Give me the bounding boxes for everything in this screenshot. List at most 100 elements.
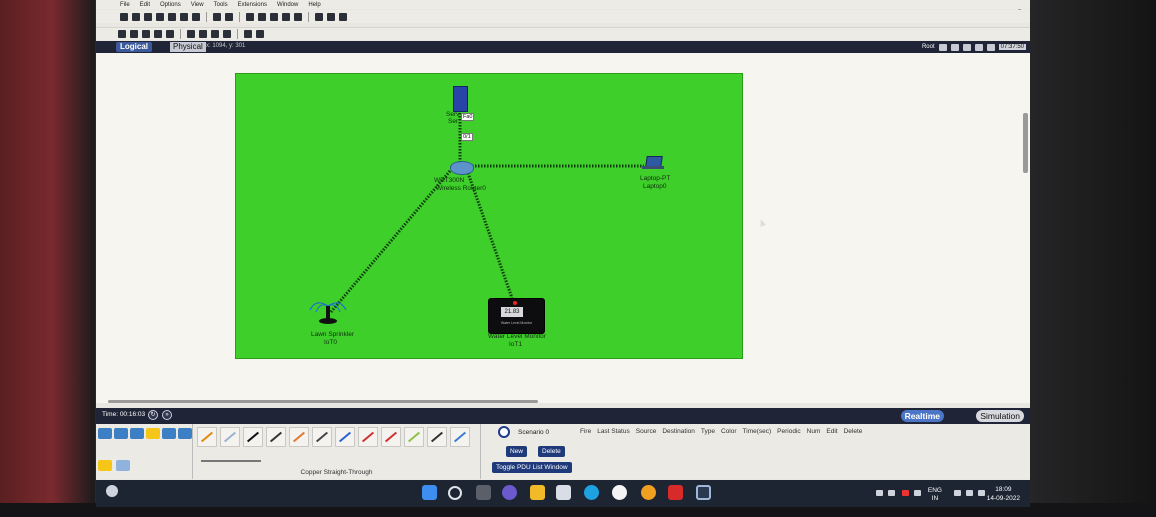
add-complex-pdu-icon[interactable] (256, 30, 264, 38)
activity-wizard-icon[interactable] (168, 12, 176, 21)
console-cable-icon[interactable] (220, 427, 240, 447)
draw-line-icon[interactable] (187, 30, 195, 38)
usb-cable-icon[interactable] (450, 427, 470, 447)
menu-tools[interactable]: Tools (214, 2, 228, 8)
draw-ellipse-icon[interactable] (211, 30, 219, 38)
menu-extensions[interactable]: Extensions (238, 2, 267, 8)
image-icon[interactable] (339, 12, 347, 21)
chrome-icon[interactable] (641, 485, 656, 500)
paste-icon[interactable] (192, 12, 200, 21)
copper-straight-through-icon[interactable] (243, 427, 263, 447)
drawing-palette-icon[interactable] (282, 12, 290, 21)
note-icon[interactable] (166, 30, 174, 38)
chat-icon[interactable] (502, 485, 517, 500)
connections-icon[interactable] (146, 428, 160, 439)
zoom-in-icon[interactable] (246, 12, 254, 21)
packet-tracer-taskbar-icon[interactable] (696, 485, 711, 500)
serial-dte-icon[interactable] (381, 427, 401, 447)
store-icon[interactable] (556, 485, 571, 500)
auto-connection-icon[interactable] (197, 427, 217, 447)
zoom-reset-icon[interactable] (258, 12, 266, 21)
edge-icon[interactable] (584, 485, 599, 500)
menu-help[interactable]: Help (308, 2, 320, 8)
new-cluster-icon[interactable] (950, 43, 959, 51)
components-icon[interactable] (130, 428, 144, 439)
simulation-mode-button[interactable]: Simulation (976, 410, 1024, 422)
resize-icon[interactable] (154, 30, 162, 38)
copper-cross-over-icon[interactable] (266, 427, 286, 447)
back-icon[interactable] (938, 43, 947, 51)
system-clock[interactable]: 18:09 14-09-2022 (987, 485, 1020, 503)
move-object-icon[interactable] (962, 43, 971, 51)
task-view-icon[interactable] (476, 485, 491, 500)
onedrive-icon[interactable] (888, 490, 895, 496)
coaxial-cable-icon[interactable] (335, 427, 355, 447)
water-level-monitor-device[interactable]: 21.83 Water Level Monitor (488, 298, 545, 334)
wifi-icon[interactable] (954, 490, 961, 496)
octal-cable-icon[interactable] (404, 427, 424, 447)
inspect-icon[interactable] (130, 30, 138, 38)
realtime-mode-button[interactable]: Realtime (900, 410, 944, 422)
end-devices-icon[interactable] (114, 428, 128, 439)
scenario-select[interactable]: Scenario 0 (518, 429, 549, 436)
mcafee-icon[interactable] (668, 485, 683, 500)
logical-workspace[interactable]: Serv Ser Fa0 0/1 WRT300N Wireless Router… (96, 53, 1030, 403)
menu-file[interactable]: File (120, 2, 130, 8)
app-icon[interactable] (612, 485, 627, 500)
copy-icon[interactable] (180, 12, 188, 21)
undo-icon[interactable] (213, 12, 221, 21)
cluster-icon[interactable] (315, 12, 323, 21)
zoom-out-icon[interactable] (270, 12, 278, 21)
open-icon[interactable] (132, 12, 140, 21)
fast-forward-icon[interactable]: » (162, 410, 172, 420)
language-indicator[interactable]: ENG IN (928, 487, 942, 503)
add-simple-pdu-icon[interactable] (244, 30, 252, 38)
widgets-icon[interactable] (106, 485, 118, 497)
delete-scenario-button[interactable]: Delete (538, 446, 565, 457)
new-icon[interactable] (120, 12, 128, 21)
show-hidden-icons-icon[interactable] (876, 490, 883, 496)
toggle-pdu-list-button[interactable]: Toggle PDU List Window (492, 462, 572, 473)
multiuser-icon[interactable] (178, 428, 192, 439)
battery-icon[interactable] (978, 490, 985, 496)
search-icon[interactable] (448, 486, 462, 500)
volume-icon[interactable] (966, 490, 973, 496)
freeform-icon[interactable] (223, 30, 231, 38)
security-icon[interactable] (902, 490, 909, 496)
set-background-icon[interactable] (974, 43, 983, 51)
start-icon[interactable] (422, 485, 437, 500)
file-explorer-icon[interactable] (530, 485, 545, 500)
viewport-icon[interactable] (986, 43, 995, 51)
menu-window[interactable]: Window (277, 2, 298, 8)
viewport-icon[interactable] (327, 12, 335, 21)
new-scenario-button[interactable]: New (506, 446, 528, 457)
power-cycle-icon[interactable]: ↻ (148, 410, 158, 420)
cable-scrollbar[interactable] (201, 460, 261, 462)
serial-dce-icon[interactable] (358, 427, 378, 447)
phone-cable-icon[interactable] (312, 427, 332, 447)
custom-device-icon[interactable] (294, 12, 302, 21)
menu-edit[interactable]: Edit (140, 2, 150, 8)
menu-options[interactable]: Options (160, 2, 181, 8)
select-icon[interactable] (118, 30, 126, 38)
redo-icon[interactable] (225, 12, 233, 21)
tab-physical[interactable]: Physical (170, 42, 206, 52)
misc-icon[interactable] (162, 428, 176, 439)
server-device[interactable] (453, 86, 468, 112)
lawn-sprinkler-device[interactable] (308, 296, 348, 326)
menu-view[interactable]: View (191, 2, 204, 8)
print-icon[interactable] (156, 12, 164, 21)
wireless-router-device[interactable] (450, 161, 474, 175)
save-icon[interactable] (144, 12, 152, 21)
horizontal-scrollbar[interactable] (108, 400, 538, 403)
vertical-scrollbar[interactable] (1023, 113, 1028, 173)
delete-icon[interactable] (142, 30, 150, 38)
network-devices-icon[interactable] (98, 428, 112, 439)
tray-app-icon[interactable] (914, 490, 921, 496)
tab-logical[interactable]: Logical (116, 42, 153, 52)
connections-subcategory-icon[interactable] (98, 460, 112, 471)
draw-rect-icon[interactable] (199, 30, 207, 38)
fiber-icon[interactable] (289, 427, 309, 447)
structured-cabling-icon[interactable] (116, 460, 130, 471)
laptop-device[interactable] (642, 156, 664, 170)
